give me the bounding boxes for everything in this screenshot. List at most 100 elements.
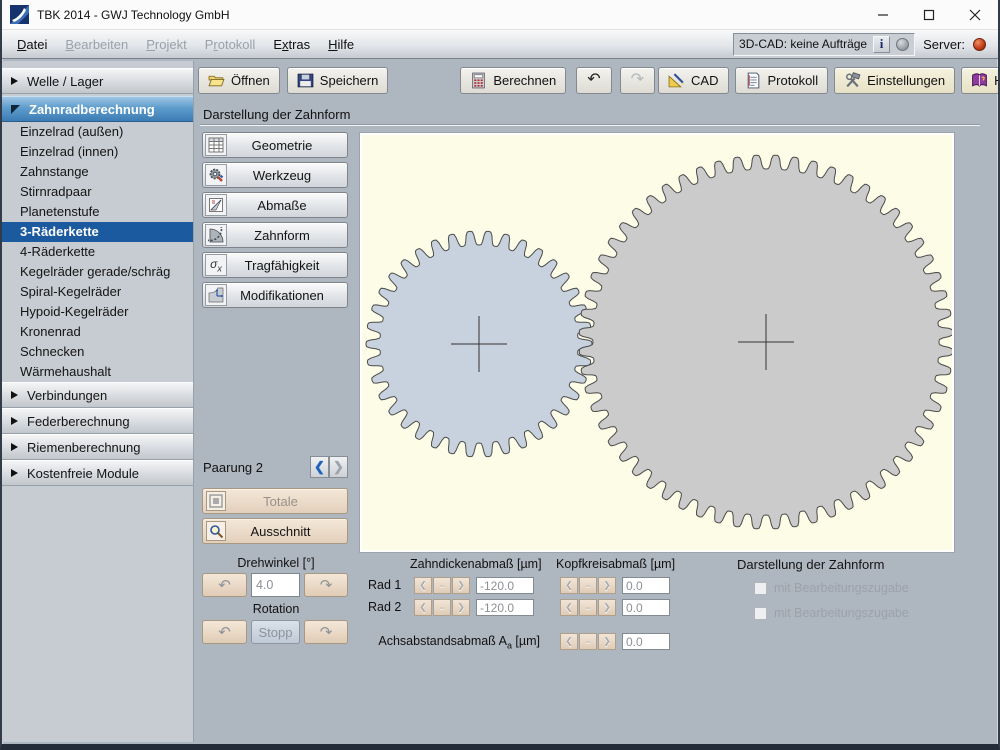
menu-datei[interactable]: Datei <box>8 34 56 55</box>
ausschnitt-button[interactable]: Ausschnitt <box>202 518 348 544</box>
window-controls <box>860 0 998 29</box>
menu-bearbeiten[interactable]: Bearbeiten <box>56 34 137 55</box>
close-button[interactable] <box>952 0 998 29</box>
app-logo-icon <box>10 5 29 24</box>
step-reset-button[interactable]: − <box>579 577 597 594</box>
rad1-label: Rad 1 <box>368 578 401 592</box>
rad1-kopfkreis-input[interactable] <box>622 577 670 594</box>
help-book-icon <box>971 72 988 89</box>
sidebar-item-spiral-kegelraeder[interactable]: Spiral-Kegelräder <box>2 282 193 302</box>
sidebar-item-3-raederkette[interactable]: 3-Räderkette <box>2 222 193 242</box>
sidebar-section-federberechnung[interactable]: Federberechnung <box>2 408 193 434</box>
maximize-button[interactable] <box>906 0 952 29</box>
step-prev-button[interactable]: ❮ <box>414 577 432 594</box>
magnifier-icon <box>206 521 226 541</box>
sidebar-section-kostenfreie-module[interactable]: Kostenfreie Module <box>2 460 193 486</box>
totale-button[interactable]: Totale <box>202 488 348 514</box>
tooth-form-icon <box>205 224 227 246</box>
step-next-button[interactable]: ❯ <box>598 599 616 616</box>
geometrie-button[interactable]: Geometrie <box>202 132 348 158</box>
settings-button[interactable]: Einstellungen <box>834 67 955 94</box>
step-next-button[interactable]: ❯ <box>452 577 470 594</box>
gear-display-area[interactable] <box>360 133 954 552</box>
step-prev-button[interactable]: ❮ <box>560 633 578 650</box>
step-reset-button[interactable]: − <box>433 599 451 616</box>
sidebar-item-hypoid-kegelraeder[interactable]: Hypoid-Kegelräder <box>2 302 193 322</box>
drehwinkel-input[interactable] <box>251 573 300 597</box>
bearbeitungszugabe-row-1: mit Bearbeitungszugabe <box>754 581 909 595</box>
sidebar: Welle / Lager Zahnradberechnung Einzelra… <box>2 61 194 742</box>
drehwinkel-label: Drehwinkel [°] <box>202 556 350 570</box>
menu-protokoll[interactable]: Protokoll <box>196 34 265 55</box>
rad2-zahndicke-input[interactable] <box>476 599 534 616</box>
rad2-label: Rad 2 <box>368 600 401 614</box>
step-next-button[interactable]: ❯ <box>452 599 470 616</box>
sidebar-item-schnecken[interactable]: Schnecken <box>2 342 193 362</box>
pair-nav: ❮ ❯ <box>310 456 348 478</box>
step-prev-button[interactable]: ❮ <box>414 599 432 616</box>
sidebar-item-4-raederkette[interactable]: 4-Räderkette <box>2 242 193 262</box>
rad1-zahndicke-input[interactable] <box>476 577 534 594</box>
stopp-button[interactable]: Stopp <box>251 620 300 644</box>
pair-next-button[interactable]: ❯ <box>329 456 348 478</box>
sidebar-section-zahnradberechnung[interactable]: Zahnradberechnung <box>2 96 193 122</box>
step-reset-button[interactable]: − <box>579 599 597 616</box>
rotation-cw-button[interactable]: ↷ <box>304 620 348 644</box>
step-next-button[interactable]: ❯ <box>598 633 616 650</box>
save-button[interactable]: Speichern <box>287 67 389 94</box>
step-prev-button[interactable]: ❮ <box>560 599 578 616</box>
sidebar-item-stirnradpaar[interactable]: Stirnradpaar <box>2 182 193 202</box>
sidebar-item-planetenstufe[interactable]: Planetenstufe <box>2 202 193 222</box>
minimize-icon <box>877 9 889 21</box>
cad-drafting-icon <box>668 72 685 89</box>
abmasse-button[interactable]: Abmaße <box>202 192 348 218</box>
undo-button[interactable]: ↶ <box>576 67 611 94</box>
sidebar-section-verbindungen[interactable]: Verbindungen <box>2 382 193 408</box>
rotate-ccw-step-button[interactable]: ↶ <box>202 573 247 597</box>
sidebar-section-welle-lager[interactable]: Welle / Lager <box>2 68 193 94</box>
cad-status-text: 3D-CAD: keine Aufträge <box>739 37 867 51</box>
step-next-button[interactable]: ❯ <box>598 577 616 594</box>
sidebar-item-zahnstange[interactable]: Zahnstange <box>2 162 193 182</box>
app-window: TBK 2014 - GWJ Technology GmbH Datei Bea… <box>0 0 1000 750</box>
help-button[interactable]: Hilfe <box>961 67 1000 94</box>
bearbeitungszugabe-row-2: mit Bearbeitungszugabe <box>754 606 909 620</box>
step-reset-button[interactable]: − <box>433 577 451 594</box>
step-reset-button[interactable]: − <box>579 633 597 650</box>
tragfaehigkeit-button[interactable]: σx Tragfähigkeit <box>202 252 348 278</box>
open-button[interactable]: Öffnen <box>198 67 280 94</box>
checkbox-1[interactable] <box>754 582 767 595</box>
rotation-ccw-button[interactable]: ↶ <box>202 620 247 644</box>
redo-button[interactable]: ↷ <box>620 67 655 94</box>
rotate-cw-step-button[interactable]: ↷ <box>304 573 348 597</box>
cad-button[interactable]: CAD <box>658 67 728 94</box>
zahndicke-column-header: Zahndickenabmaß [µm] <box>410 557 542 571</box>
sidebar-item-kegelraeder[interactable]: Kegelräder gerade/schräg <box>2 262 193 282</box>
pair-prev-button[interactable]: ❮ <box>310 456 329 478</box>
step-prev-button[interactable]: ❮ <box>560 577 578 594</box>
calculate-button[interactable]: Berechnen <box>460 67 566 94</box>
sidebar-item-waermehaushalt[interactable]: Wärmehaushalt <box>2 362 193 382</box>
view-nav-stack: Geometrie Werkzeug Abmaße Zahnform σx Tr… <box>202 132 348 312</box>
sidebar-item-einzelrad-aussen[interactable]: Einzelrad (außen) <box>2 122 193 142</box>
checkbox-1-label: mit Bearbeitungszugabe <box>774 581 909 595</box>
sidebar-item-einzelrad-innen[interactable]: Einzelrad (innen) <box>2 142 193 162</box>
sidebar-item-kronenrad[interactable]: Kronenrad <box>2 322 193 342</box>
totale-icon <box>206 491 226 511</box>
cad-info-button[interactable]: i <box>873 36 890 53</box>
menu-hilfe[interactable]: Hilfe <box>319 34 363 55</box>
window-title: TBK 2014 - GWJ Technology GmbH <box>37 8 230 22</box>
maximize-icon <box>923 9 935 21</box>
minimize-button[interactable] <box>860 0 906 29</box>
protocol-button[interactable]: Protokoll <box>735 67 829 94</box>
sidebar-section-riemenberechnung[interactable]: Riemenberechnung <box>2 434 193 460</box>
achsabstand-input[interactable] <box>622 633 670 650</box>
menu-extras[interactable]: Extras <box>264 34 319 55</box>
werkzeug-button[interactable]: Werkzeug <box>202 162 348 188</box>
rotate-cw-icon: ↷ <box>320 578 333 593</box>
checkbox-2[interactable] <box>754 607 767 620</box>
rad2-kopfkreis-input[interactable] <box>622 599 670 616</box>
modifikationen-button[interactable]: Modifikationen <box>202 282 348 308</box>
zahnform-button[interactable]: Zahnform <box>202 222 348 248</box>
menu-projekt[interactable]: Projekt <box>137 34 195 55</box>
